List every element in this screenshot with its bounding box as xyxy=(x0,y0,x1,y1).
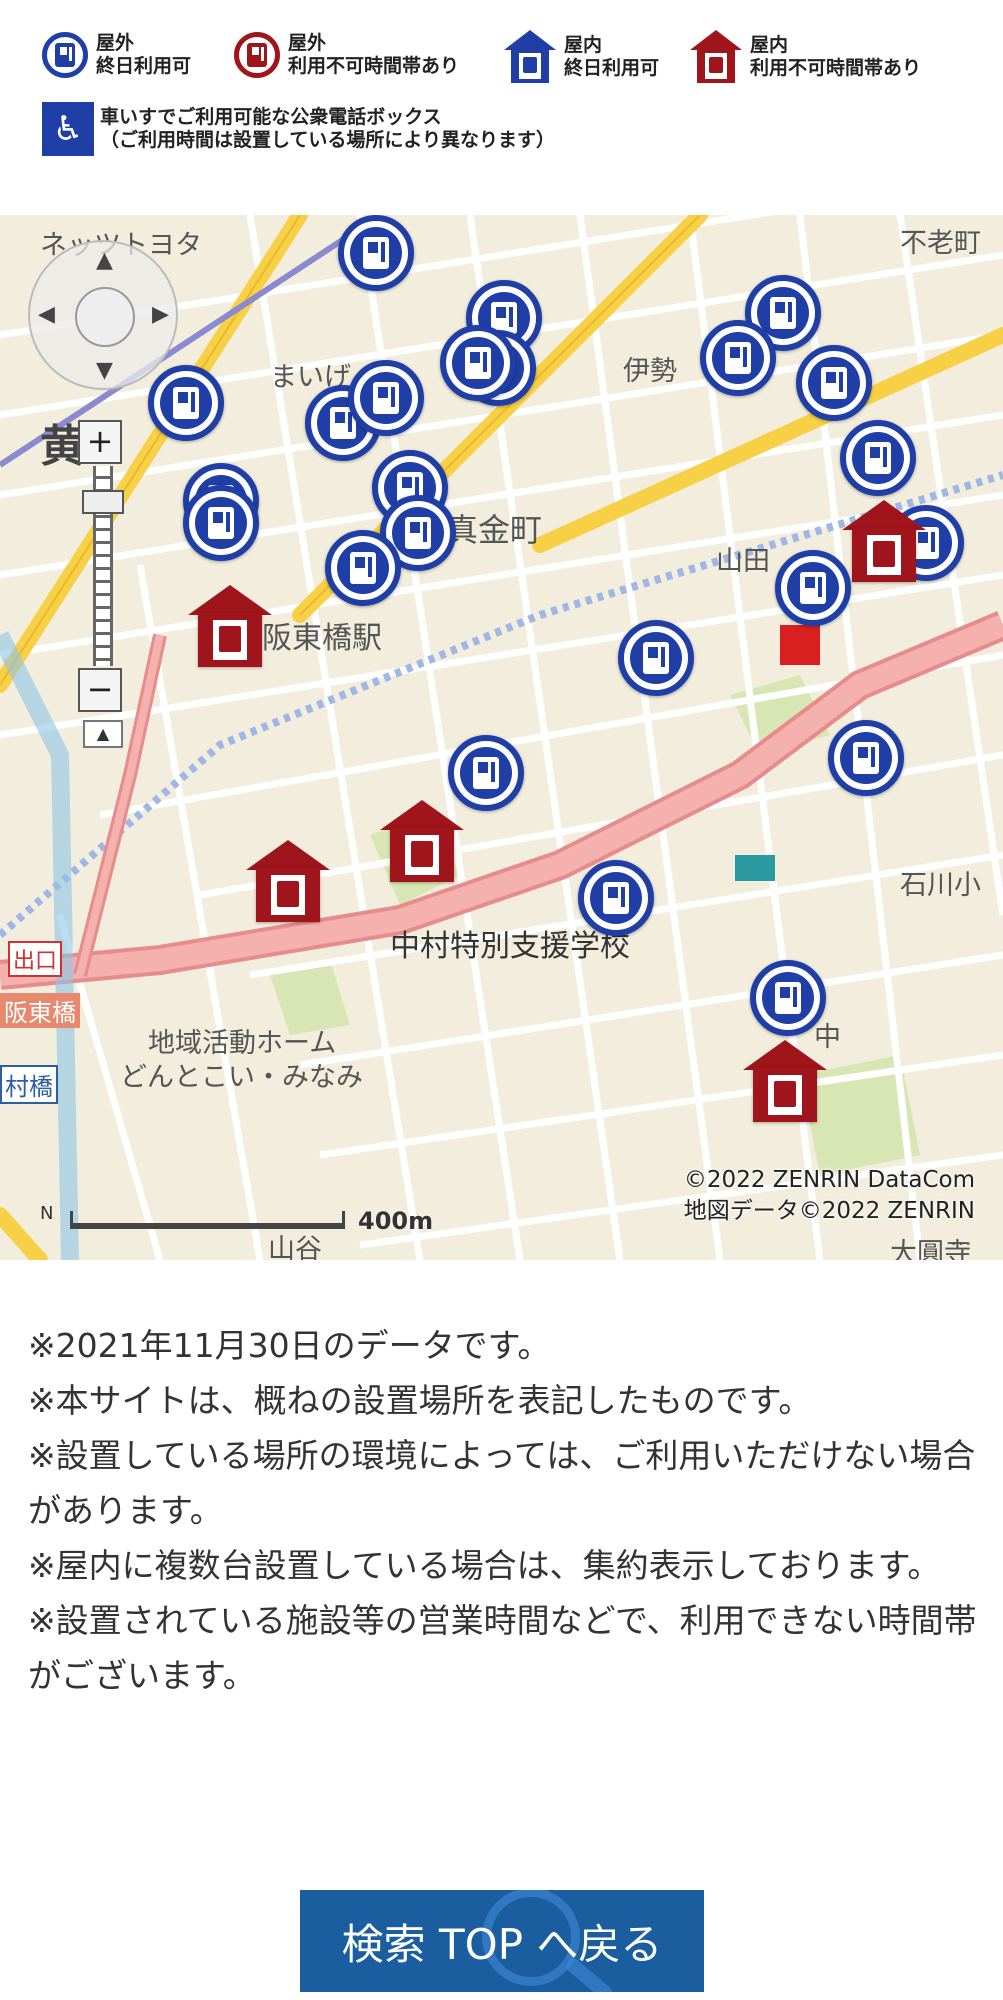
note-item: ※本サイトは、概ねの設置場所を表記したものです。 xyxy=(28,1381,812,1420)
legend-wheelchair: ♿ 車いすでご利用可能な公衆電話ボックス （ご利用時間は設置している場所により異な… xyxy=(42,102,555,156)
map-label-daienji: 大圓寺 xyxy=(890,1238,971,1260)
phone-marker[interactable] xyxy=(750,960,826,1036)
outdoor-phone-blue-icon xyxy=(42,32,88,78)
zoom-in-button[interactable]: + xyxy=(78,420,122,464)
north-arrow-icon: N xyxy=(40,1203,54,1224)
legend-wheelchair-line2: （ご利用時間は設置している場所により異なります） xyxy=(100,129,556,151)
map[interactable]: … ネッツトヨタ 不老町 黄 まいげ 伊勢 真金町 山田 阪東橋駅 中村特別支援… xyxy=(0,215,1003,1260)
pan-center-icon[interactable] xyxy=(75,287,135,347)
map-label-magane: 真金町 xyxy=(446,511,543,549)
collapse-zoom-icon[interactable]: ▲ xyxy=(83,720,123,748)
indoor-limited-marker[interactable] xyxy=(743,1040,827,1124)
outdoor-phone-red-icon xyxy=(234,32,280,78)
indoor-phone-blue-icon xyxy=(504,30,556,84)
legend-indoor-limited-line1: 屋内 xyxy=(750,34,789,56)
zoom-slider[interactable] xyxy=(82,466,124,666)
legend-indoor-allday: 屋内 終日利用可 xyxy=(504,30,659,84)
legend-outdoor-allday: 屋外 終日利用可 xyxy=(42,32,191,78)
legend-wheelchair-line1: 車いすでご利用可能な公衆電話ボックス xyxy=(100,106,442,128)
phone-marker[interactable] xyxy=(338,215,414,291)
legend-indoor-limited: 屋内 利用不可時間帯あり xyxy=(690,30,921,84)
phone-marker[interactable] xyxy=(325,530,401,606)
phone-marker[interactable] xyxy=(828,720,904,796)
legend-outdoor-limited-line2: 利用不可時間帯あり xyxy=(288,55,460,77)
legend-outdoor-limited: 屋外 利用不可時間帯あり xyxy=(234,32,459,78)
map-label-ise: 伊勢 xyxy=(623,356,677,387)
map-label-bando: 阪東橋 xyxy=(0,993,80,1028)
note-item: ※屋内に複数台設置している場合は、集約表示しております。 xyxy=(28,1546,941,1585)
legend-outdoor-allday-line1: 屋外 xyxy=(96,32,135,54)
legend-indoor-allday-line2: 終日利用可 xyxy=(564,57,660,79)
copyright-line1: ©2022 ZENRIN DataCom xyxy=(683,1167,975,1193)
phone-marker[interactable] xyxy=(183,485,259,561)
legend-indoor-limited-line2: 利用不可時間帯あり xyxy=(750,57,922,79)
indoor-limited-marker[interactable] xyxy=(188,585,272,669)
pan-up-icon[interactable]: ▲ xyxy=(96,248,113,273)
zoom-out-button[interactable]: − xyxy=(78,668,122,712)
legend-outdoor-limited-line1: 屋外 xyxy=(288,32,327,54)
map-label-community2: どんとこい・みなみ xyxy=(120,1062,363,1093)
indoor-limited-marker[interactable] xyxy=(380,800,464,884)
note-item: ※設置されている施設等の営業時間などで、利用できない時間帯がございます。 xyxy=(28,1601,977,1695)
phone-marker[interactable] xyxy=(440,325,516,401)
indoor-limited-marker[interactable] xyxy=(246,840,330,924)
zoom-control: + − ▲ xyxy=(78,420,128,748)
legend-indoor-allday-line1: 屋内 xyxy=(564,34,603,56)
back-to-search-top-label: 検索 TOP へ戻る xyxy=(341,1919,663,1969)
phone-marker[interactable] xyxy=(348,360,424,436)
phone-marker[interactable] xyxy=(840,420,916,496)
pan-right-icon[interactable]: ▶ xyxy=(152,302,169,327)
note-item: ※2021年11月30日のデータです。 xyxy=(28,1326,551,1365)
legend: 屋外 終日利用可 屋外 利用不可時間帯あり 屋内 終日利用可 屋内 利用不可時間帯あり … xyxy=(0,0,1003,210)
zoom-slider-handle[interactable] xyxy=(82,490,124,514)
indoor-phone-red-icon xyxy=(690,30,742,84)
phone-marker[interactable] xyxy=(148,365,224,441)
phone-marker[interactable] xyxy=(775,550,851,626)
map-scale: N 400m xyxy=(40,1203,433,1243)
notes: ※2021年11月30日のデータです。 ※本サイトは、概ねの設置場所を表記したも… xyxy=(28,1318,978,1703)
pan-down-icon[interactable]: ▼ xyxy=(96,358,113,383)
map-label-deguchi: 出口 xyxy=(8,941,63,977)
phone-marker[interactable] xyxy=(578,860,654,936)
scale-label: 400m xyxy=(358,1207,434,1235)
map-label-bando-station: 阪東橋駅 xyxy=(262,621,382,656)
legend-outdoor-allday-line2: 終日利用可 xyxy=(96,55,192,77)
phone-marker[interactable] xyxy=(700,320,776,396)
indoor-limited-marker[interactable] xyxy=(842,500,926,584)
map-label-mura: 村橋 xyxy=(0,1065,58,1104)
map-label-yamada: 山田 xyxy=(716,546,770,577)
pan-left-icon[interactable]: ◀ xyxy=(38,302,55,327)
map-label-ishikawa: 石川小 xyxy=(900,870,981,901)
map-pan-control[interactable]: ▲ ▼ ◀ ▶ xyxy=(28,240,178,390)
map-copyright: ©2022 ZENRIN DataCom 地図データ©2022 ZENRIN xyxy=(684,1165,975,1227)
phone-marker[interactable] xyxy=(796,345,872,421)
wheelchair-icon: ♿ xyxy=(42,102,94,156)
note-item: ※設置している場所の環境によっては、ご利用いただけない場合があります。 xyxy=(28,1436,976,1530)
map-label-rosho: 不老町 xyxy=(900,228,981,259)
phone-marker[interactable] xyxy=(618,620,694,696)
copyright-line2: 地図データ©2022 ZENRIN xyxy=(683,1198,975,1224)
back-to-search-top-button[interactable]: 検索 TOP へ戻る xyxy=(300,1890,704,1992)
